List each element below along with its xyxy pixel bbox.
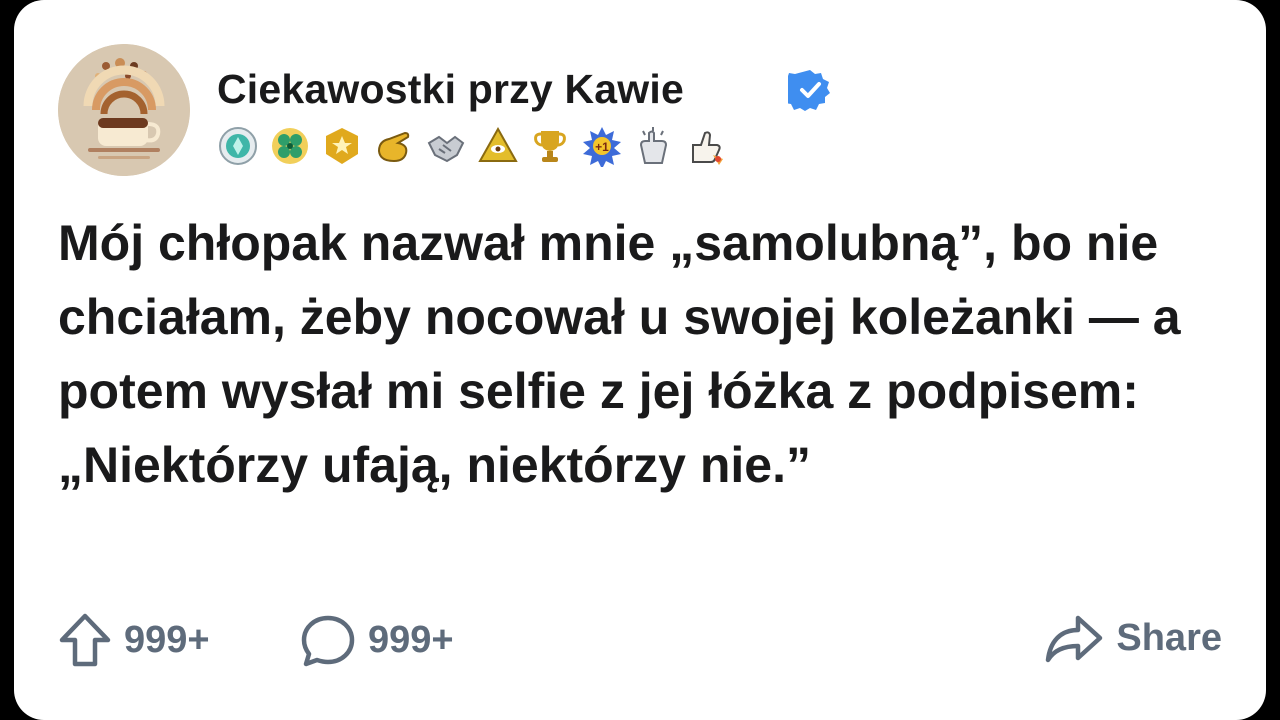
- gold-pyramid-eye-icon: [478, 126, 518, 162]
- coffee-logo-icon: [58, 44, 190, 176]
- share-arrow-icon: [1046, 615, 1103, 663]
- achievement-badges: +1: [217, 125, 727, 169]
- share-button[interactable]: Share: [1044, 612, 1222, 664]
- svg-text:+1: +1: [595, 140, 609, 154]
- verified-badge-icon: [788, 70, 830, 111]
- channel-name[interactable]: Ciekawostki przy Kawie: [217, 66, 684, 113]
- green-clover-badge-icon: [272, 128, 308, 164]
- comment-count: 999+: [368, 618, 454, 661]
- gold-trophy-icon: [534, 131, 566, 162]
- share-label: Share: [1116, 616, 1222, 659]
- clapping-hands-icon: [639, 127, 668, 164]
- post-card: Ciekawostki przy Kawie +1 Mój chłopak na…: [14, 0, 1266, 720]
- upvote-count: 999+: [124, 618, 210, 661]
- upvote-button[interactable]: 999+: [58, 612, 210, 668]
- gold-pointing-hand-icon: [377, 131, 410, 163]
- post-body-text: Mój chłopak nazwał mnie „samolubną”, bo …: [58, 215, 1181, 493]
- comment-bubble-icon: [301, 615, 355, 667]
- comment-button[interactable]: 999+: [300, 612, 454, 668]
- thumbs-up-rocket-icon: [692, 131, 723, 165]
- teal-gem-badge-icon: [219, 127, 257, 165]
- plus-one-starburst-icon: +1: [583, 127, 621, 167]
- handshake-icon: [427, 135, 465, 163]
- post-actions-bar: 999+ 999+ Share: [14, 600, 1266, 680]
- gold-star-badge-icon: [326, 128, 358, 164]
- upvote-arrow-icon: [59, 613, 111, 667]
- channel-avatar[interactable]: [58, 44, 190, 176]
